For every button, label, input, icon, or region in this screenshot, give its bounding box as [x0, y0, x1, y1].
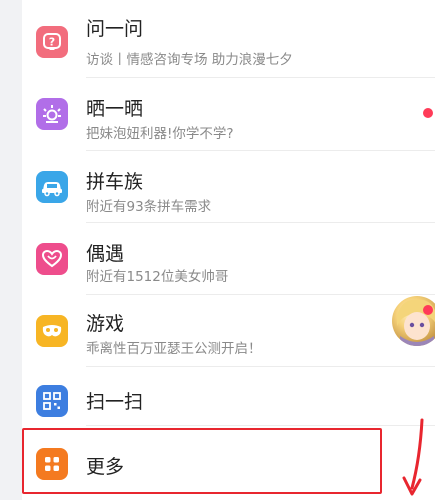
discover-page: ? 问一问 访谈丨情感咨询专场 助力浪漫七夕 晒一晒 把妹泡妞利器!你学不学? [0, 0, 435, 500]
menu-item-subtitle: 乖离性百万亚瑟王公测开启！ [86, 341, 262, 357]
menu-item-encounter[interactable]: 偶遇 附近有1512位美女帅哥 [22, 223, 435, 295]
menu-item-ask[interactable]: ? 问一问 访谈丨情感咨询专场 助力浪漫七夕 [22, 0, 435, 74]
menu-item-subtitle: 附近有93条拼车需求 [86, 199, 212, 215]
menu-item-subtitle: 把妹泡妞利器!你学不学? [86, 126, 234, 142]
menu-item-subtitle: 附近有1512位美女帅哥 [86, 269, 229, 285]
game-mask-icon [36, 315, 68, 347]
divider [86, 425, 435, 426]
menu-item-scan[interactable]: 扫一扫 [22, 367, 435, 427]
menu-item-title: 游戏 [86, 313, 125, 335]
menu-item-title: 问一问 [86, 18, 144, 40]
game-thumbnail-image [392, 296, 435, 346]
menu-item-title: 扫一扫 [86, 391, 144, 413]
arrow-annotation-icon [402, 418, 424, 496]
menu-item-games[interactable]: 游戏 乖离性百万亚瑟王公测开启！ [22, 295, 435, 367]
svg-text:?: ? [49, 36, 55, 49]
car-icon [36, 171, 68, 203]
menu-item-title: 拼车族 [86, 171, 144, 193]
sun-icon [36, 98, 68, 130]
menu-item-subtitle: 访谈丨情感咨询专场 助力浪漫七夕 [86, 52, 293, 68]
menu-item-show[interactable]: 晒一晒 把妹泡妞利器!你学不学? [22, 78, 435, 150]
question-icon: ? [36, 26, 68, 58]
menu-item-title: 偶遇 [86, 243, 125, 265]
highlight-box [22, 428, 382, 494]
heart-icon [36, 243, 68, 275]
left-panel-edge [0, 0, 22, 500]
notification-dot [423, 108, 433, 118]
qr-scan-icon [36, 385, 68, 417]
menu-item-title: 晒一晒 [86, 98, 144, 120]
menu-item-carpool[interactable]: 拼车族 附近有93条拼车需求 [22, 151, 435, 223]
notification-dot [423, 305, 433, 315]
